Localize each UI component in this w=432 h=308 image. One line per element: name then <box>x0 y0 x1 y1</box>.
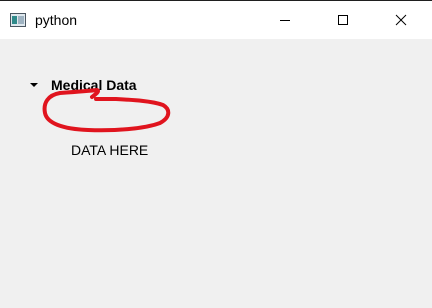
minimize-icon <box>280 20 290 21</box>
maximize-icon <box>338 15 348 25</box>
red-circle-annotation <box>42 88 171 133</box>
close-icon <box>395 14 407 26</box>
title-bar[interactable]: python <box>0 1 432 39</box>
minimize-button[interactable] <box>262 1 308 39</box>
app-icon <box>10 13 26 27</box>
chevron-down-icon[interactable] <box>29 81 39 89</box>
tree-view: Medical Data DATA HERE <box>0 39 432 308</box>
tree-child-item[interactable]: DATA HERE <box>71 141 148 159</box>
app-window: python Medical Data DATA HERE <box>0 0 432 308</box>
window-title: python <box>35 12 78 28</box>
close-button[interactable] <box>378 1 424 39</box>
maximize-button[interactable] <box>320 1 366 39</box>
